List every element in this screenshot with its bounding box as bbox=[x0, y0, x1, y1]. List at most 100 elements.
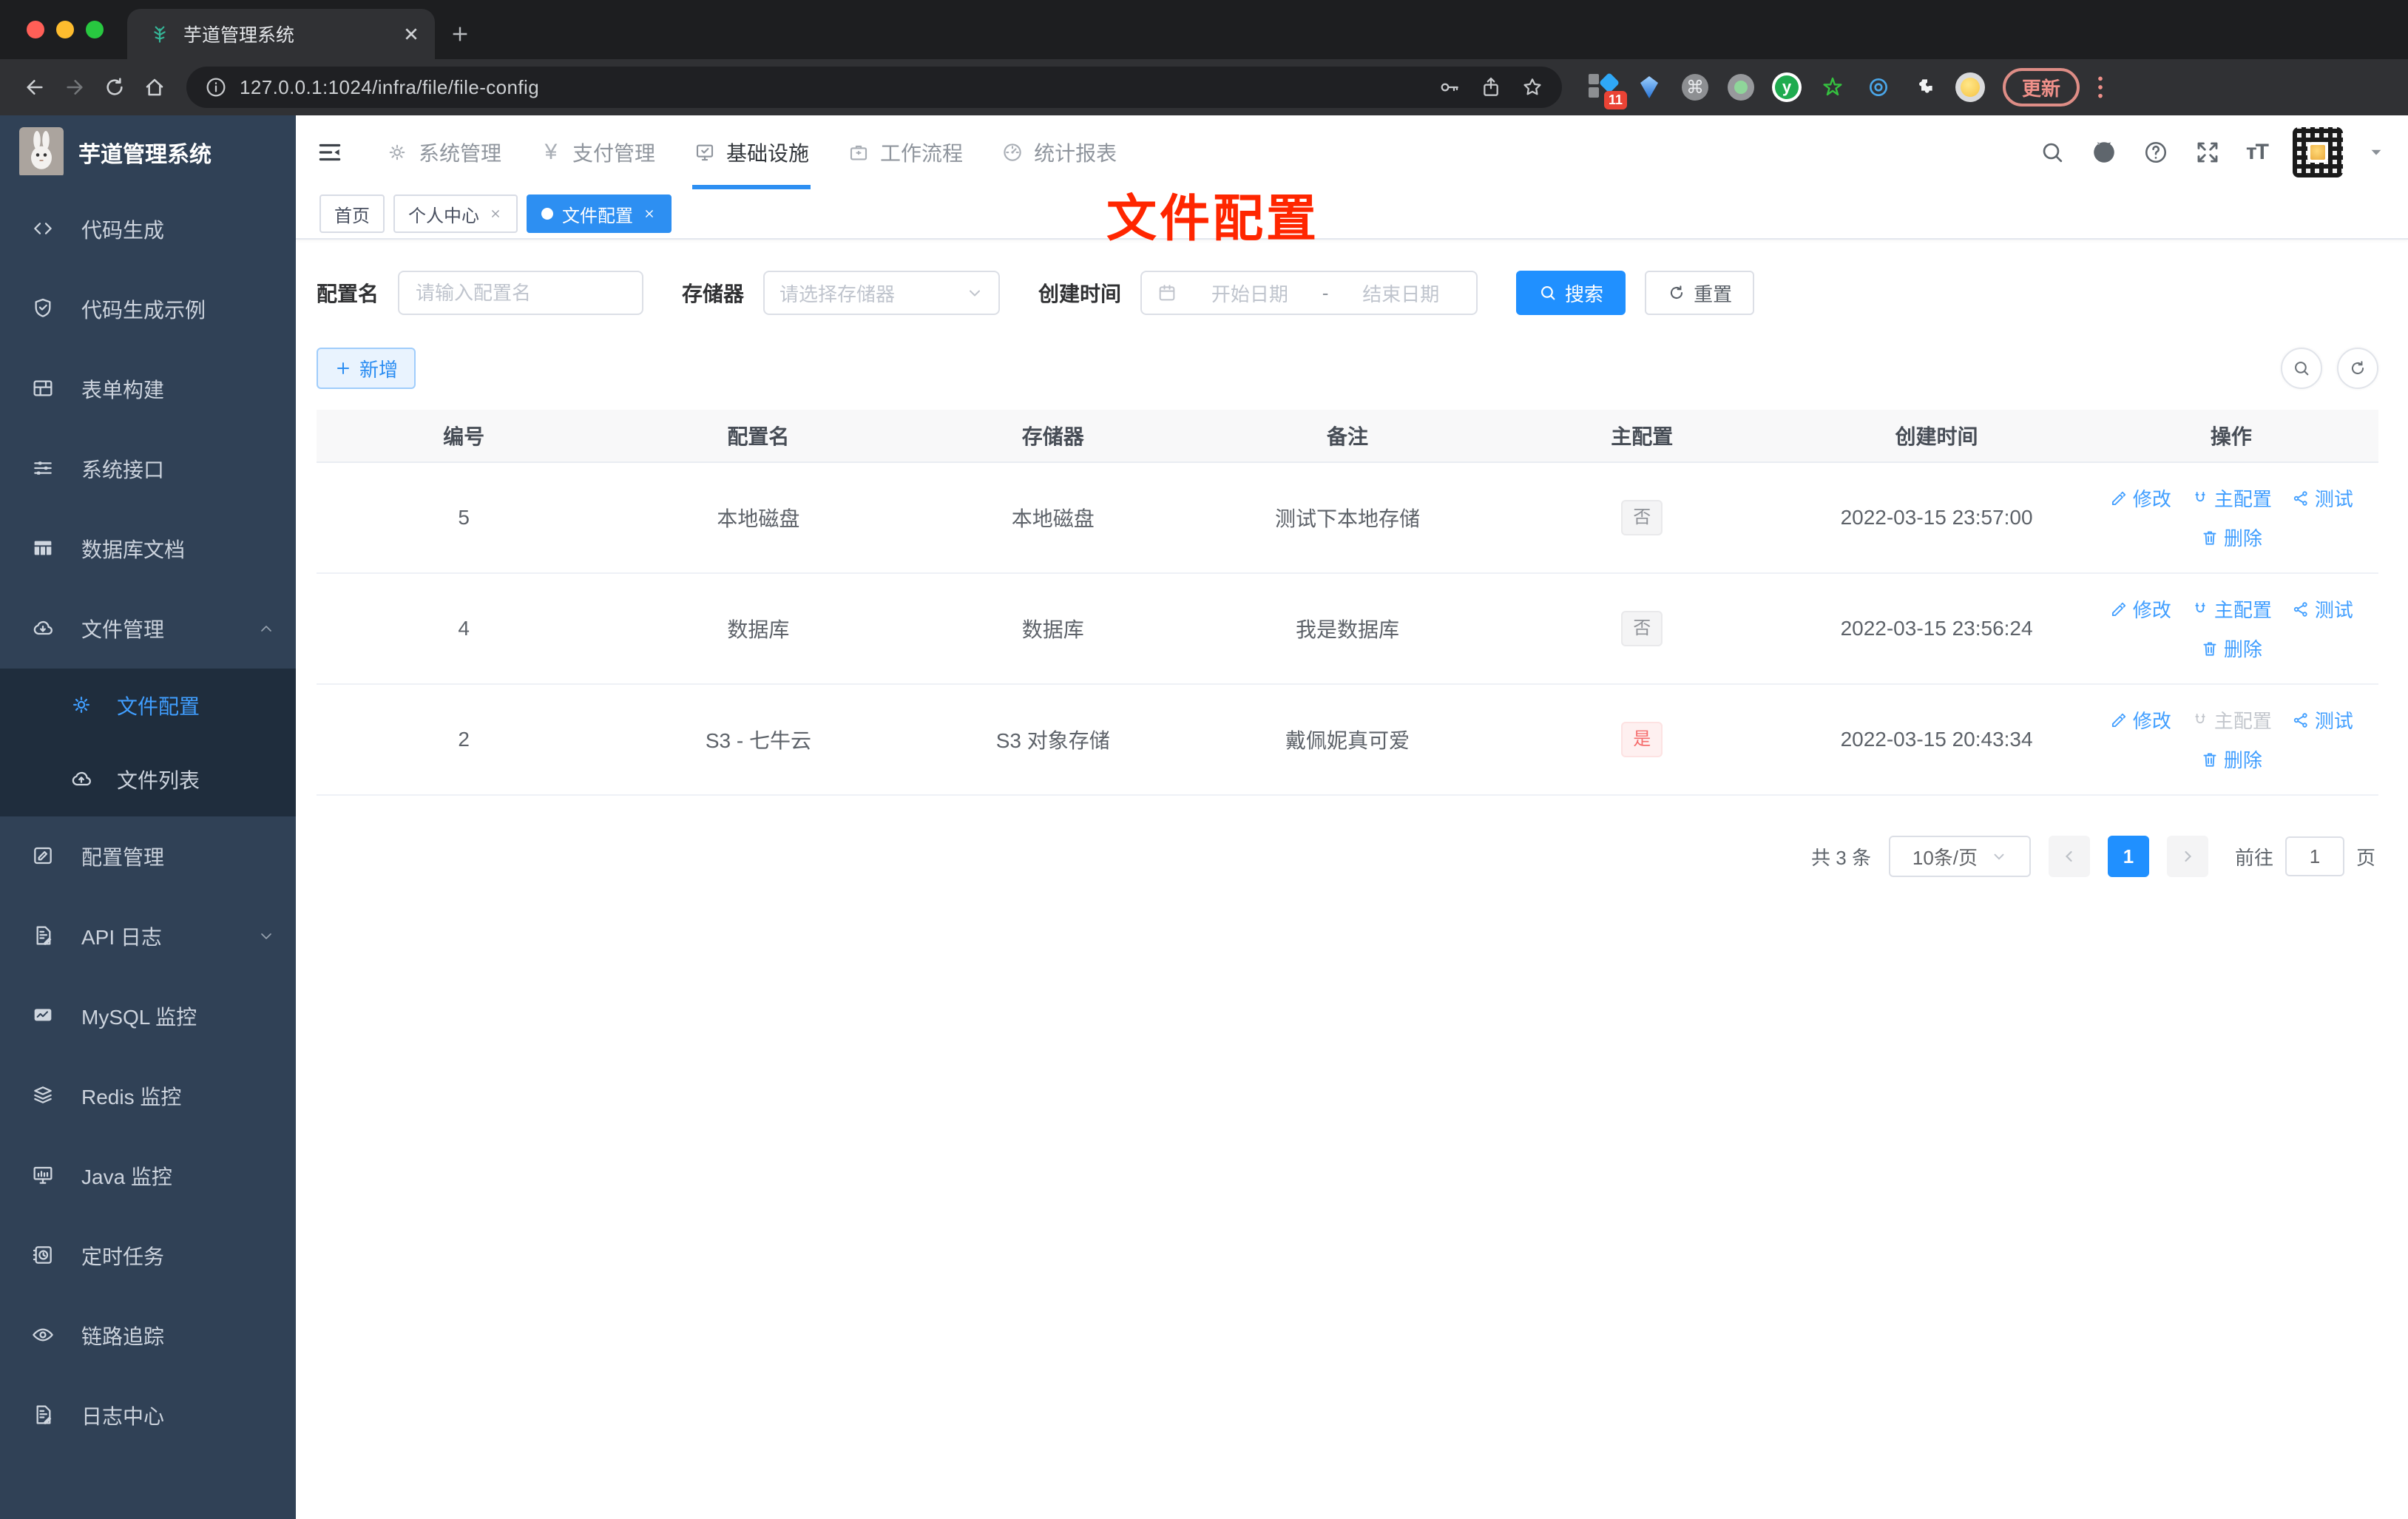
delete-action[interactable]: 删除 bbox=[2200, 635, 2262, 662]
delete-action[interactable]: 删除 bbox=[2200, 745, 2262, 773]
master-action[interactable]: 主配置 bbox=[2191, 706, 2272, 734]
zoom-window-button[interactable] bbox=[86, 21, 104, 38]
sidebar-item[interactable]: 系统接口 bbox=[0, 429, 296, 509]
sidebar-item[interactable]: API 日志 bbox=[0, 896, 296, 976]
column-header: 备注 bbox=[1326, 425, 1368, 448]
sidebar-item[interactable]: 文件管理 bbox=[0, 589, 296, 669]
tab-close-icon[interactable] bbox=[399, 22, 423, 46]
extensions-puzzle-icon[interactable] bbox=[1910, 72, 1939, 102]
sidebar-item[interactable]: MySQL 监控 bbox=[0, 976, 296, 1056]
sidebar-item[interactable]: 代码生成示例 bbox=[0, 269, 296, 349]
test-action[interactable]: 测试 bbox=[2291, 484, 2353, 512]
ext-emoji-icon[interactable] bbox=[1955, 72, 1985, 102]
table-cell: 2022-03-15 20:43:34 bbox=[1840, 728, 2033, 751]
refresh-table-button[interactable] bbox=[2337, 348, 2378, 389]
name-filter-input[interactable] bbox=[398, 271, 644, 315]
add-button[interactable]: 新增 bbox=[317, 348, 416, 389]
nav-item[interactable]: 统计报表 bbox=[982, 115, 1136, 189]
tag-item[interactable]: 个人中心 bbox=[393, 194, 518, 233]
storage-filter-select[interactable]: 请选择存储器 bbox=[763, 271, 1001, 315]
password-key-icon[interactable] bbox=[1438, 75, 1461, 99]
ext-diamond-icon[interactable]: 11 bbox=[1589, 72, 1627, 109]
page-number-button[interactable]: 1 bbox=[2107, 836, 2149, 877]
tag-close-icon[interactable] bbox=[488, 206, 503, 221]
pagination: 共 3 条 10条/页 1 前往 页 bbox=[317, 836, 2378, 877]
search-icon[interactable] bbox=[2039, 139, 2066, 166]
tag-item[interactable]: 首页 bbox=[319, 194, 385, 233]
browser-tab[interactable]: 芋道管理系统 bbox=[127, 9, 435, 59]
tag-close-icon[interactable] bbox=[642, 206, 657, 221]
ext-gem-icon[interactable] bbox=[1634, 72, 1664, 102]
back-button[interactable] bbox=[15, 67, 55, 107]
ext-eye-icon[interactable] bbox=[1864, 72, 1893, 102]
close-window-button[interactable] bbox=[27, 21, 44, 38]
search-button[interactable]: 搜索 bbox=[1516, 271, 1626, 315]
reset-button[interactable]: 重置 bbox=[1645, 271, 1755, 315]
ext-star-icon[interactable] bbox=[1818, 72, 1847, 102]
font-size-icon[interactable]: ᴛT bbox=[2246, 140, 2269, 165]
url-text[interactable]: 127.0.0.1:1024/infra/file/file-config bbox=[240, 76, 1426, 99]
delete-action[interactable]: 删除 bbox=[2200, 524, 2262, 551]
sidebar-subitem[interactable]: 文件列表 bbox=[0, 742, 296, 816]
next-page-button[interactable] bbox=[2166, 836, 2208, 877]
sidebar-item[interactable]: 代码生成 bbox=[0, 189, 296, 269]
column-header: 主配置 bbox=[1611, 425, 1674, 448]
master-action[interactable]: 主配置 bbox=[2191, 484, 2272, 512]
sidebar-item[interactable]: 定时任务 bbox=[0, 1216, 296, 1296]
edit-action[interactable]: 修改 bbox=[2109, 706, 2171, 734]
browser-menu-icon[interactable] bbox=[2086, 72, 2115, 102]
sidebar-item[interactable]: Java 监控 bbox=[0, 1136, 296, 1216]
share-icon bbox=[2291, 600, 2310, 619]
ext-command-icon[interactable]: ⌘ bbox=[1680, 72, 1710, 102]
chrome-update-button[interactable]: 更新 bbox=[2003, 68, 2080, 106]
edit-action[interactable]: 修改 bbox=[2109, 484, 2171, 512]
user-avatar[interactable] bbox=[2293, 127, 2343, 177]
actions-cell: 修改 主配置 测试删除 bbox=[2084, 706, 2378, 773]
site-info-icon[interactable] bbox=[204, 75, 228, 99]
page-size-select[interactable]: 10条/页 bbox=[1888, 836, 2031, 877]
minimize-window-button[interactable] bbox=[56, 21, 74, 38]
ext-green-dot-icon[interactable] bbox=[1726, 72, 1756, 102]
bookmark-star-icon[interactable] bbox=[1521, 75, 1544, 99]
share-icon[interactable] bbox=[1479, 75, 1503, 99]
top-header: 系统管理 ¥ 支付管理 基础设施 工作流程 统计报表 ᴛT bbox=[296, 115, 2408, 189]
goto-page-input[interactable] bbox=[2284, 836, 2344, 876]
reload-button[interactable] bbox=[95, 67, 135, 107]
github-icon[interactable] bbox=[2091, 139, 2117, 166]
sidebar-item[interactable]: 数据库文档 bbox=[0, 509, 296, 589]
sidebar-collapse-icon[interactable] bbox=[305, 127, 355, 177]
test-action[interactable]: 测试 bbox=[2291, 595, 2353, 623]
omnibox[interactable]: 127.0.0.1:1024/infra/file/file-config bbox=[186, 67, 1562, 108]
ext-y-icon[interactable]: y bbox=[1772, 72, 1802, 102]
sidebar-item[interactable]: Redis 监控 bbox=[0, 1056, 296, 1136]
nav-item[interactable]: 基础设施 bbox=[674, 115, 828, 189]
show-search-toggle-button[interactable] bbox=[2281, 348, 2322, 389]
column-header: 操作 bbox=[2210, 425, 2252, 448]
table-cell: 2022-03-15 23:56:24 bbox=[1840, 617, 2033, 640]
prev-page-button[interactable] bbox=[2048, 836, 2090, 877]
home-button[interactable] bbox=[135, 67, 175, 107]
avatar-caret-icon[interactable] bbox=[2368, 144, 2384, 160]
nav-item[interactable]: 工作流程 bbox=[828, 115, 982, 189]
sidebar-item[interactable]: 配置管理 bbox=[0, 816, 296, 896]
fullscreen-icon[interactable] bbox=[2194, 139, 2221, 166]
column-header: 创建时间 bbox=[1895, 425, 1978, 448]
sidebar-item[interactable]: 表单构建 bbox=[0, 349, 296, 429]
date-range-picker[interactable]: 开始日期 - 结束日期 bbox=[1140, 271, 1478, 315]
edit-action[interactable]: 修改 bbox=[2109, 595, 2171, 623]
nav-item[interactable]: 系统管理 bbox=[367, 115, 521, 189]
layers-icon bbox=[31, 1083, 56, 1109]
test-action[interactable]: 测试 bbox=[2291, 706, 2353, 734]
sidebar-item[interactable]: 日志中心 bbox=[0, 1376, 296, 1455]
sidebar: 芋道管理系统 代码生成 代码生成示例 表单构建 系统接口 数据库文档 文件管理 文件配置 文件… bbox=[0, 115, 296, 1519]
tag-active[interactable]: 文件配置 bbox=[527, 194, 672, 233]
date-filter-label: 创建时间 bbox=[1038, 283, 1122, 305]
new-tab-button[interactable] bbox=[435, 9, 485, 59]
master-action[interactable]: 主配置 bbox=[2191, 595, 2272, 623]
forward-button[interactable] bbox=[55, 67, 95, 107]
sidebar-item[interactable]: 链路追踪 bbox=[0, 1296, 296, 1376]
sidebar-subitem[interactable]: 文件配置 bbox=[0, 669, 296, 742]
nav-item[interactable]: ¥ 支付管理 bbox=[521, 115, 674, 189]
help-icon[interactable] bbox=[2142, 139, 2169, 166]
app-logo[interactable]: 芋道管理系统 bbox=[0, 115, 296, 189]
